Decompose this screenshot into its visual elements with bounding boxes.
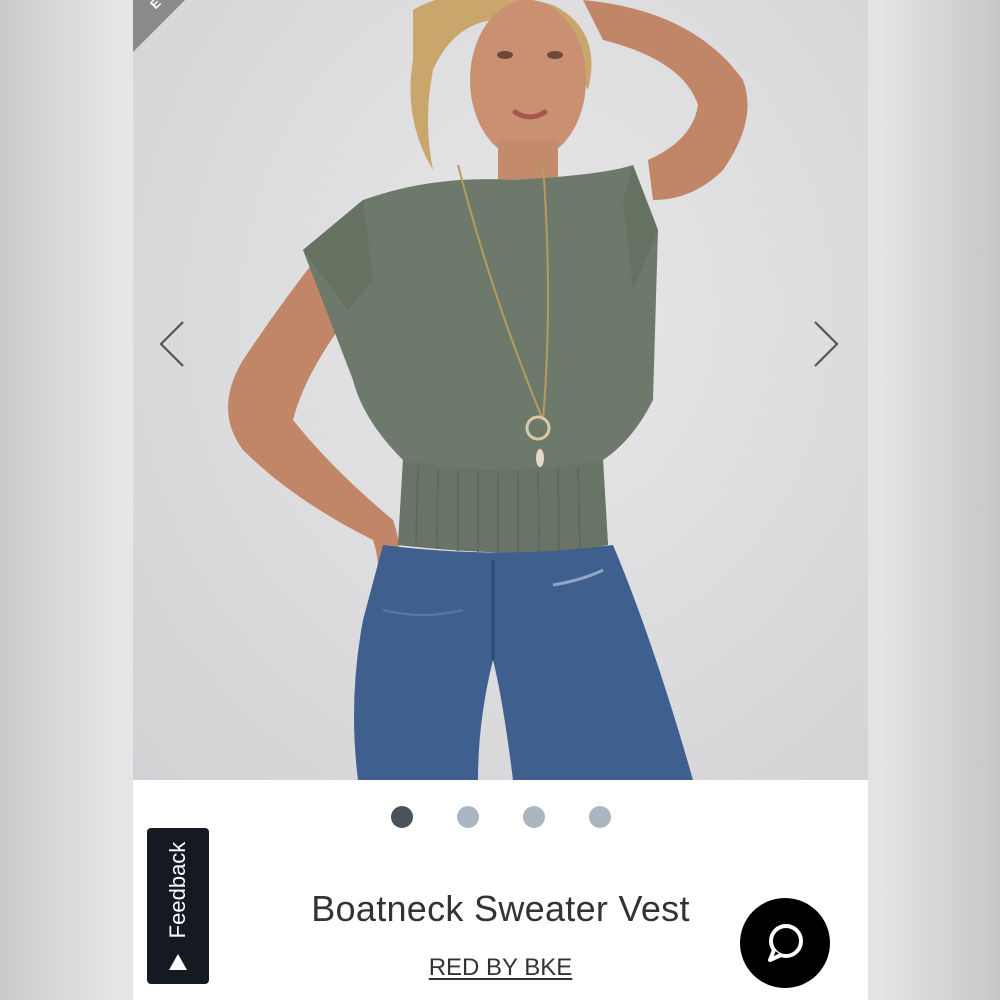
brand-link[interactable]: RED BY BKE: [429, 954, 573, 981]
product-image[interactable]: E: [133, 0, 868, 780]
carousel-dot[interactable]: [522, 806, 545, 828]
product-card: E Boatneck Sweater Vest RED BY BKE: [133, 0, 868, 1000]
chat-button[interactable]: [740, 898, 830, 988]
chevron-right-icon: [814, 321, 839, 367]
feedback-label: Feedback: [165, 841, 190, 939]
carousel-dot[interactable]: [588, 806, 611, 828]
carousel-dot[interactable]: [390, 806, 413, 828]
model-photo: [228, 0, 748, 780]
carousel-dot[interactable]: [456, 806, 479, 828]
triangle-up-icon: [169, 954, 187, 970]
chevron-left-icon: [159, 321, 184, 367]
chat-bubble-icon: [768, 924, 803, 962]
carousel-dots: [133, 806, 868, 830]
feedback-tab[interactable]: Feedback: [147, 828, 209, 984]
next-image-button[interactable]: [805, 318, 845, 370]
prev-image-button[interactable]: [153, 318, 193, 370]
